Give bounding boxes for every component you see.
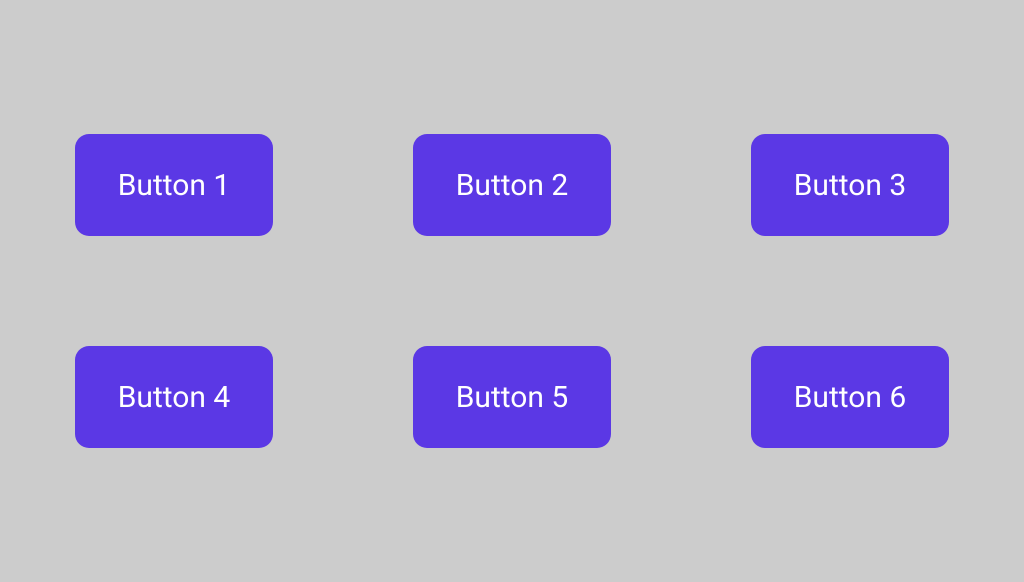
button-5[interactable]: Button 5: [413, 346, 611, 448]
button-1[interactable]: Button 1: [75, 134, 273, 236]
button-grid: Button 1 Button 2 Button 3 Button 4 Butt…: [75, 134, 949, 448]
button-3[interactable]: Button 3: [751, 134, 949, 236]
button-2[interactable]: Button 2: [413, 134, 611, 236]
button-6[interactable]: Button 6: [751, 346, 949, 448]
button-4[interactable]: Button 4: [75, 346, 273, 448]
